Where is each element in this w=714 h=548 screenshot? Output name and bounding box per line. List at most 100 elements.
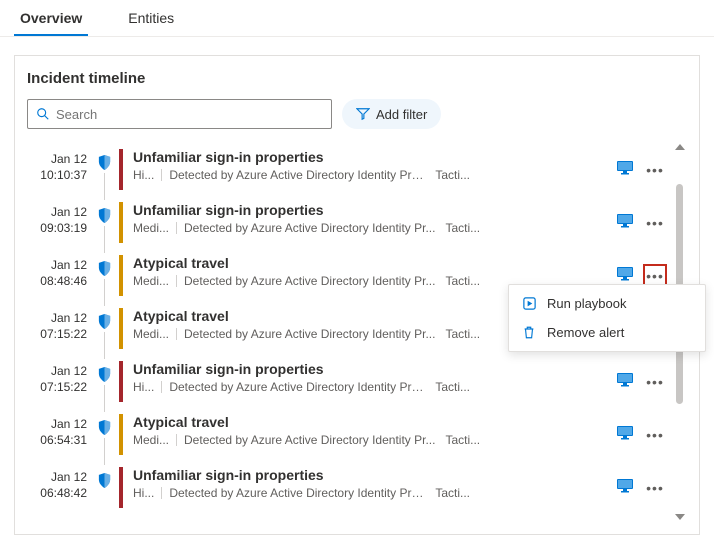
timestamp: Jan 1208:48:46 <box>27 255 97 296</box>
ellipsis-icon: ••• <box>646 481 664 495</box>
scroll-down-arrow-icon[interactable] <box>675 514 685 520</box>
detected-by-text: Detected by Azure Active Directory Ident… <box>184 221 435 235</box>
search-icon <box>36 107 50 121</box>
more-actions-button[interactable]: ••• <box>643 158 667 182</box>
search-input[interactable] <box>56 107 323 122</box>
timeline-row[interactable]: Jan 1207:15:22 Unfamiliar sign-in propert… <box>27 355 669 408</box>
alert-indicator <box>97 414 119 455</box>
alert-meta: Hi...Detected by Azure Active Directory … <box>133 486 613 500</box>
alert-indicator <box>97 467 119 508</box>
timeline-row[interactable]: Jan 1206:48:42 Unfamiliar sign-in propert… <box>27 461 669 514</box>
menu-remove-alert[interactable]: Remove alert <box>509 318 705 347</box>
time-label: 06:48:42 <box>27 486 87 502</box>
search-box[interactable] <box>27 99 332 129</box>
alert-meta: Hi...Detected by Azure Active Directory … <box>133 380 613 394</box>
tab-bar: Overview Entities <box>0 0 714 37</box>
tactics-text: Tacti... <box>445 327 480 341</box>
timeline-connector <box>104 438 105 465</box>
timeline-connector <box>104 226 105 253</box>
ellipsis-icon: ••• <box>646 428 664 442</box>
add-filter-button[interactable]: Add filter <box>342 99 441 129</box>
row-actions: ••• <box>613 202 669 243</box>
alert-meta: Medi... Detected by Azure Active Director… <box>133 221 613 235</box>
ellipsis-icon: ••• <box>646 216 664 230</box>
shield-icon <box>97 471 112 489</box>
more-actions-button[interactable]: ••• <box>643 211 667 235</box>
timestamp: Jan 1209:03:19 <box>27 202 97 243</box>
divider <box>176 275 177 287</box>
row-actions: ••• <box>613 149 669 190</box>
add-filter-label: Add filter <box>376 107 427 122</box>
severity-text: Medi... <box>133 221 169 235</box>
alert-title: Unfamiliar sign-in properties <box>133 361 613 377</box>
menu-remove-alert-label: Remove alert <box>547 325 624 340</box>
time-label: 09:03:19 <box>27 221 87 237</box>
time-label: 08:48:46 <box>27 274 87 290</box>
row-actions: ••• <box>613 361 669 402</box>
timeline-row[interactable]: Jan 1210:10:37Unfamiliar sign-in propert… <box>27 143 669 196</box>
more-actions-button[interactable]: ••• <box>643 476 667 500</box>
menu-run-playbook-label: Run playbook <box>547 296 627 311</box>
detected-by-text: Detected by Azure Active Directory Ident… <box>169 380 425 394</box>
date-label: Jan 12 <box>27 470 87 486</box>
tactics-text: Tacti... <box>435 380 470 394</box>
tab-overview[interactable]: Overview <box>14 0 88 36</box>
date-label: Jan 12 <box>27 417 87 433</box>
more-actions-button[interactable]: ••• <box>643 370 667 394</box>
ellipsis-icon: ••• <box>646 163 664 177</box>
severity-bar <box>119 414 123 455</box>
tactics-text: Tacti... <box>445 433 480 447</box>
shield-icon <box>97 312 112 330</box>
severity-bar <box>119 255 123 296</box>
menu-run-playbook[interactable]: Run playbook <box>509 289 705 318</box>
divider <box>176 328 177 340</box>
shield-icon <box>97 418 112 436</box>
tactics-text: Tacti... <box>435 168 470 182</box>
more-actions-button[interactable]: ••• <box>643 423 667 447</box>
timeline-row[interactable]: Jan 1209:03:19Unfamiliar sign-in propert… <box>27 196 669 249</box>
timeline-connector <box>104 332 105 359</box>
monitor-icon <box>617 161 633 178</box>
timeline-connector <box>104 385 105 412</box>
timestamp: Jan 1207:15:22 <box>27 361 97 402</box>
alert-indicator <box>97 308 119 349</box>
severity-bar <box>119 308 123 349</box>
shield-icon <box>97 153 112 171</box>
timeline-row[interactable]: Jan 1206:54:31Atypical travelMedi...Dete… <box>27 408 669 461</box>
shield-icon <box>97 206 112 224</box>
severity-bar <box>119 361 123 402</box>
detected-by-text: Detected by Azure Active Directory Ident… <box>184 327 435 341</box>
severity-text: Medi... <box>133 327 169 341</box>
playbook-icon <box>521 296 537 311</box>
alert-indicator <box>97 255 119 296</box>
divider <box>161 381 162 393</box>
severity-text: Hi... <box>133 486 154 500</box>
ellipsis-icon: ••• <box>646 375 664 389</box>
divider <box>161 487 162 499</box>
alert-title: Unfamiliar sign-in properties <box>133 149 613 165</box>
monitor-icon <box>617 426 633 443</box>
detected-by-text: Detected by Azure Active Directory Ident… <box>184 433 435 447</box>
row-actions: ••• <box>613 467 669 508</box>
panel-title: Incident timeline <box>27 70 687 87</box>
timestamp: Jan 1206:48:42 <box>27 467 97 508</box>
alert-title: Atypical travel <box>133 255 613 271</box>
tactics-text: Tacti... <box>435 486 470 500</box>
tab-entities[interactable]: Entities <box>122 0 180 36</box>
monitor-icon <box>617 214 633 231</box>
alert-meta: Hi...Detected by Azure Active Directory … <box>133 168 613 182</box>
date-label: Jan 12 <box>27 311 87 327</box>
tactics-text: Tacti... <box>445 274 480 288</box>
alert-indicator <box>97 202 119 243</box>
severity-text: Medi... <box>133 274 169 288</box>
alert-meta: Medi...Detected by Azure Active Director… <box>133 433 613 447</box>
controls-row: Add filter <box>27 99 687 129</box>
filter-icon <box>356 107 370 121</box>
alert-title: Unfamiliar sign-in properties <box>133 467 613 483</box>
scroll-up-arrow-icon[interactable] <box>675 144 685 150</box>
date-label: Jan 12 <box>27 258 87 274</box>
tactics-text: Tacti... <box>445 221 480 235</box>
alert-title: Atypical travel <box>133 414 613 430</box>
context-menu: Run playbook Remove alert <box>508 284 706 352</box>
alert-content: Unfamiliar sign-in properties Hi...Detect… <box>133 149 613 190</box>
